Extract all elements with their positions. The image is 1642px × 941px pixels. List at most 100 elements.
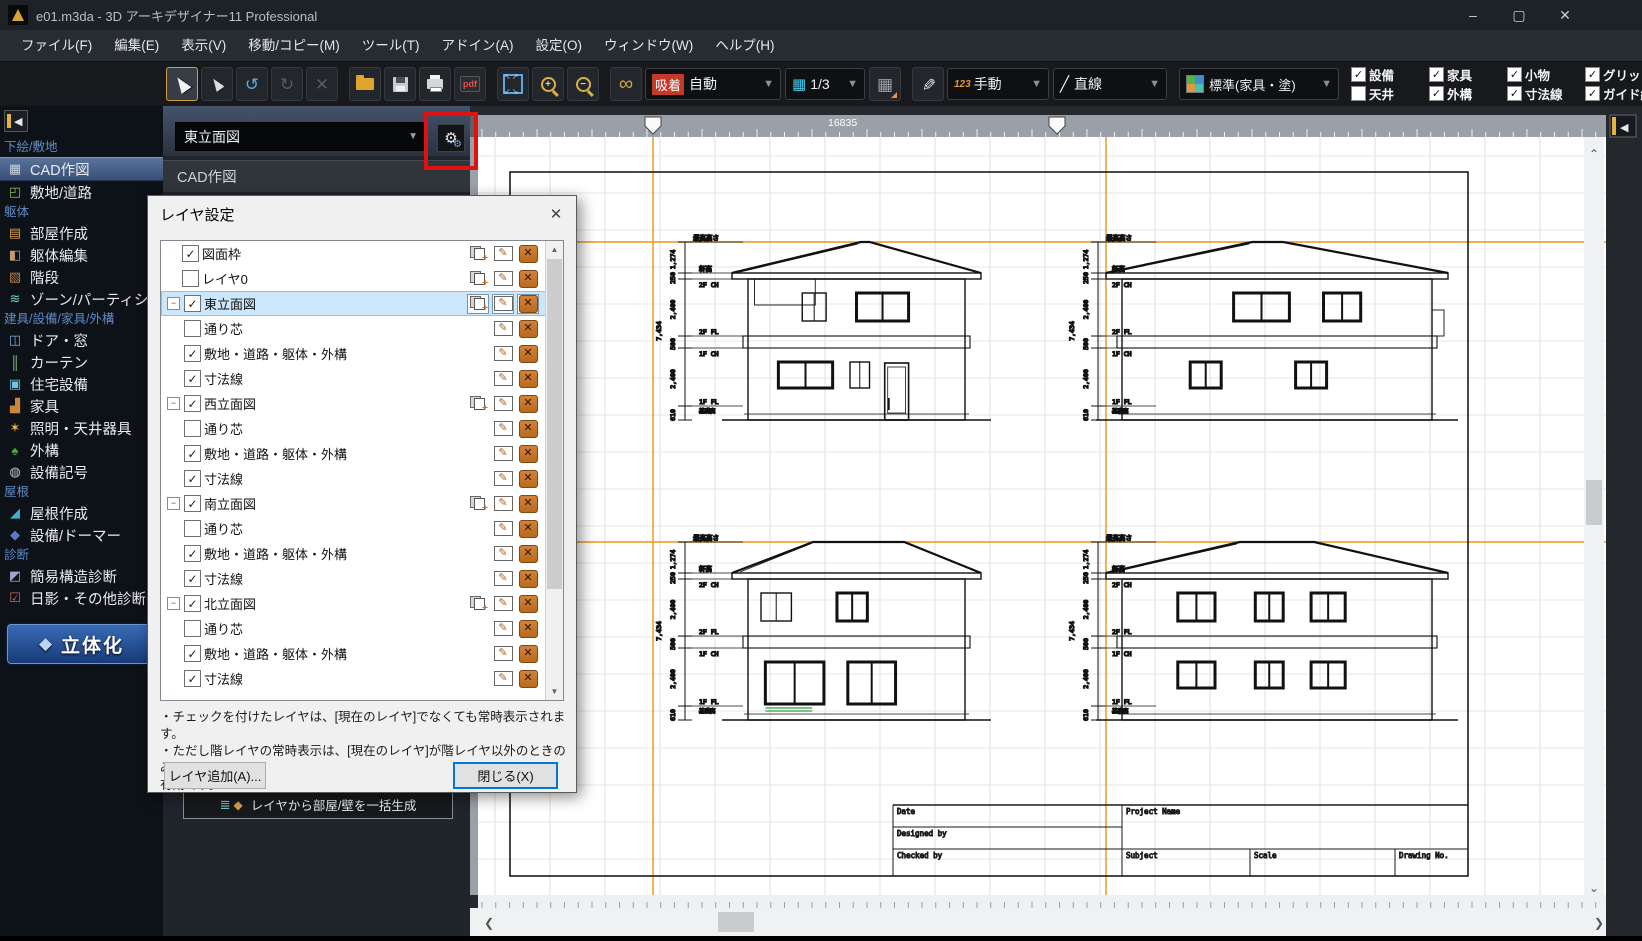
layer-checkbox-checked[interactable]: ✓ xyxy=(184,295,201,312)
edit-layer-button[interactable]: ✎ xyxy=(492,494,514,514)
layer-checkbox-unchecked[interactable] xyxy=(182,270,199,287)
layer-row[interactable]: ✓敷地・道路・躯体・外構 + ✎ ✕ xyxy=(161,441,563,466)
minimize-button[interactable]: – xyxy=(1450,0,1496,30)
layer-checkbox-unchecked[interactable] xyxy=(184,320,201,337)
delete-layer-button[interactable]: ✕ xyxy=(517,519,539,539)
copy-layer-button[interactable]: + xyxy=(467,494,489,514)
layer-row[interactable]: ✓寸法線 + ✎ ✕ xyxy=(161,366,563,391)
collapse-group-icon[interactable]: − xyxy=(167,597,180,610)
delete-layer-button[interactable]: ✕ xyxy=(517,644,539,664)
sidebar-item-2-5[interactable]: ♠外構 xyxy=(0,439,163,461)
layer-checkbox-checked[interactable]: ✓ xyxy=(184,495,201,512)
edit-layer-button[interactable]: ✎ xyxy=(492,269,514,289)
zoom-in-button[interactable]: + xyxy=(532,67,564,101)
delete-layer-button[interactable]: ✕ xyxy=(517,544,539,564)
sidebar-item-0-1[interactable]: ◰敷地/道路 xyxy=(0,181,163,203)
delete-layer-button[interactable]: ✕ xyxy=(517,394,539,414)
layer-checkbox-checked[interactable]: ✓ xyxy=(184,670,201,687)
layer-row[interactable]: ✓図面枠 + ✎ ✕ xyxy=(161,241,563,266)
multi-select-button[interactable] xyxy=(201,67,233,101)
layer-row[interactable]: ✓敷地・道路・躯体・外構 + ✎ ✕ xyxy=(161,341,563,366)
select-tool-button[interactable] xyxy=(166,67,198,101)
layer-row[interactable]: −✓東立面図 + ✎ ✕ xyxy=(161,291,563,316)
layer-row[interactable]: −✓南立面図 + ✎ ✕ xyxy=(161,491,563,516)
delete-layer-button[interactable]: ✕ xyxy=(517,619,539,639)
layer-list-scrollbar[interactable]: ▲ ▼ xyxy=(545,241,563,700)
edit-layer-button[interactable]: ✎ xyxy=(492,519,514,539)
delete-layer-button[interactable]: ✕ xyxy=(517,344,539,364)
delete-layer-button[interactable]: ✕ xyxy=(517,369,539,389)
toggle-2[interactable]: ✓小物 xyxy=(1507,65,1581,84)
layer-checkbox-unchecked[interactable] xyxy=(184,520,201,537)
maximize-button[interactable]: ▢ xyxy=(1496,0,1542,30)
layer-row[interactable]: −✓西立面図 + ✎ ✕ xyxy=(161,391,563,416)
sidebar-item-3-1[interactable]: ◆設備/ドーマー xyxy=(0,524,163,546)
toggle-1[interactable]: ✓家具 xyxy=(1429,65,1503,84)
edit-layer-button[interactable]: ✎ xyxy=(492,394,514,414)
copy-layer-button[interactable]: + xyxy=(467,594,489,614)
scroll-thumb[interactable] xyxy=(547,259,562,589)
layer-row[interactable]: −✓北立面図 + ✎ ✕ xyxy=(161,591,563,616)
layer-checkbox-checked[interactable]: ✓ xyxy=(184,545,201,562)
copy-layer-button[interactable]: + xyxy=(467,394,489,414)
current-layer-combo[interactable]: 東立面図 ▼ xyxy=(175,122,427,151)
cad-canvas[interactable]: DateDesigned byChecked byProject NameSub… xyxy=(470,106,1642,936)
edit-layer-button[interactable]: ✎ xyxy=(492,369,514,389)
layer-row[interactable]: ✓敷地・道路・躯体・外構 + ✎ ✕ xyxy=(161,641,563,666)
layer-checkbox-checked[interactable]: ✓ xyxy=(184,595,201,612)
layer-row[interactable]: 通り芯 + ✎ ✕ xyxy=(161,416,563,441)
edit-layer-button[interactable]: ✎ xyxy=(492,444,514,464)
edit-layer-button[interactable]: ✎ xyxy=(492,619,514,639)
measure-button[interactable]: ✎ xyxy=(912,67,944,101)
sidebar-item-4-1[interactable]: ☑日影・その他診断 xyxy=(0,587,163,609)
menu-item-6[interactable]: 設定(O) xyxy=(525,30,594,62)
sidebar-item-2-1[interactable]: ║カーテン xyxy=(0,351,163,373)
menu-item-7[interactable]: ウィンドウ(W) xyxy=(593,30,704,62)
layer-checkbox-unchecked[interactable] xyxy=(184,620,201,637)
layer-row[interactable]: 通り芯 + ✎ ✕ xyxy=(161,316,563,341)
add-layer-button[interactable]: レイヤ追加(A)... xyxy=(164,762,266,789)
edit-layer-button[interactable]: ✎ xyxy=(492,469,514,489)
layer-row[interactable]: 通り芯 + ✎ ✕ xyxy=(161,516,563,541)
delete-layer-button[interactable]: ✕ xyxy=(517,244,539,264)
delete-layer-button[interactable]: ✕ xyxy=(517,419,539,439)
delete-layer-button[interactable]: ✕ xyxy=(517,469,539,489)
generate-rooms-button[interactable]: ≣ ◆ レイヤから部屋/壁を一括生成 xyxy=(183,790,453,819)
delete-layer-button[interactable]: ✕ xyxy=(517,594,539,614)
edit-layer-button[interactable]: ✎ xyxy=(492,419,514,439)
fit-view-button[interactable] xyxy=(497,67,529,101)
zoom-out-button[interactable]: − xyxy=(567,67,599,101)
layer-checkbox-checked[interactable]: ✓ xyxy=(184,370,201,387)
delete-layer-button[interactable]: ✕ xyxy=(517,294,539,314)
grid-scale-combo[interactable]: ▦ 1/3 ▼ xyxy=(785,68,865,100)
edit-layer-button[interactable]: ✎ xyxy=(492,669,514,689)
layer-checkbox-checked[interactable]: ✓ xyxy=(184,645,201,662)
delete-layer-button[interactable]: ✕ xyxy=(517,669,539,689)
sidebar-item-2-6[interactable]: ◍設備記号 xyxy=(0,461,163,483)
delete-layer-button[interactable]: ✕ xyxy=(517,494,539,514)
layer-checkbox-checked[interactable]: ✓ xyxy=(184,570,201,587)
numeric-input-combo[interactable]: 123 手動 ▼ xyxy=(947,68,1049,100)
menu-item-4[interactable]: ツール(T) xyxy=(351,30,431,62)
collapse-group-icon[interactable]: − xyxy=(167,497,180,510)
sidebar-item-2-3[interactable]: ▟家具 xyxy=(0,395,163,417)
menu-item-2[interactable]: 表示(V) xyxy=(170,30,237,62)
sidebar-item-2-2[interactable]: ▣住宅設備 xyxy=(0,373,163,395)
line-type-combo[interactable]: ╱ 直線 ▼ xyxy=(1053,68,1167,100)
copy-layer-button[interactable]: + xyxy=(467,294,489,314)
collapse-group-icon[interactable]: − xyxy=(167,397,180,410)
sidebar-item-4-0[interactable]: ◩簡易構造診断 xyxy=(0,565,163,587)
print-button[interactable] xyxy=(419,67,451,101)
toggle-0[interactable]: ✓設備 xyxy=(1351,65,1425,84)
layer-row[interactable]: ✓敷地・道路・躯体・外構 + ✎ ✕ xyxy=(161,541,563,566)
edit-layer-button[interactable]: ✎ xyxy=(492,344,514,364)
toggle-7[interactable]: ✓ガイド線 xyxy=(1585,84,1642,103)
sidebar-collapse-button[interactable]: ◀ xyxy=(4,110,28,132)
make-3d-button[interactable]: ◆ 立体化 xyxy=(6,623,157,665)
edit-layer-button[interactable]: ✎ xyxy=(492,319,514,339)
toggle-5[interactable]: ✓外構 xyxy=(1429,84,1503,103)
layer-row[interactable]: ✓寸法線 + ✎ ✕ xyxy=(161,566,563,591)
copy-layer-button[interactable]: + xyxy=(467,269,489,289)
edit-layer-button[interactable]: ✎ xyxy=(492,594,514,614)
collapse-group-icon[interactable]: − xyxy=(167,297,180,310)
